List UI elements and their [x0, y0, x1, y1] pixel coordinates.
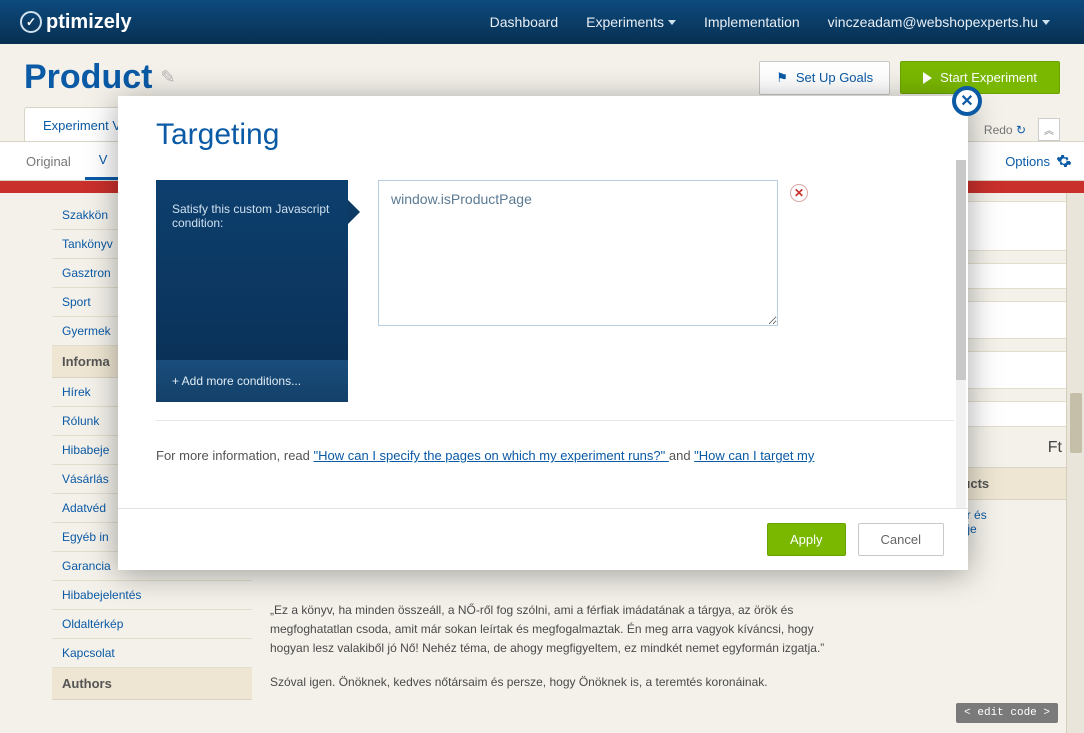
nav-experiments-label: Experiments [586, 14, 664, 30]
logo-text: ptimizely [46, 11, 132, 34]
tab-variation-1[interactable]: V [85, 142, 122, 180]
goals-label: Set Up Goals [796, 70, 873, 85]
close-icon: ✕ [960, 91, 973, 111]
page-title: Product [24, 58, 152, 97]
redo-icon: ↻ [1016, 123, 1026, 137]
preview-scrollbar[interactable] [1066, 193, 1084, 733]
sidebar-item[interactable]: Hibabejelentés [52, 581, 252, 610]
info-pre: For more information, read [156, 448, 314, 463]
edit-code-button[interactable]: < edit code > [956, 703, 1058, 723]
modal-title: Targeting [156, 118, 930, 152]
scroll-thumb[interactable] [956, 160, 966, 380]
info-text: For more information, read "How can I sp… [156, 447, 954, 465]
product-quote: „Ez a könyv, ha minden összeáll, a NŐ-rő… [270, 601, 846, 659]
info-mid: and [669, 448, 694, 463]
caret-down-icon [1042, 20, 1050, 25]
start-experiment-button[interactable]: Start Experiment [900, 61, 1060, 94]
flag-icon: ⚑ [776, 70, 788, 86]
add-condition-button[interactable]: + Add more conditions... [156, 360, 348, 402]
javascript-condition-input[interactable] [378, 180, 778, 326]
edit-title-icon[interactable]: ✎ [160, 67, 175, 88]
options-button[interactable]: Options [1005, 154, 1050, 169]
sidebar-item[interactable]: Oldaltérkép [52, 610, 252, 639]
targeting-modal: ✕ Targeting Satisfy this custom Javascri… [118, 96, 968, 570]
tab-original[interactable]: Original [12, 144, 85, 179]
scroll-thumb[interactable] [1070, 393, 1082, 453]
gear-icon[interactable] [1056, 153, 1072, 169]
nav-user-menu[interactable]: vinczeadam@webshopexperts.hu [814, 14, 1064, 30]
condition-card: Satisfy this custom Javascript condition… [156, 180, 348, 402]
nav-experiments[interactable]: Experiments [572, 14, 690, 30]
condition-label: Satisfy this custom Javascript condition… [172, 202, 329, 230]
play-icon [923, 72, 932, 84]
help-link-pages[interactable]: "How can I specify the pages on which my… [314, 448, 669, 463]
nav-user-label: vinczeadam@webshopexperts.hu [828, 14, 1038, 30]
collapse-button[interactable]: ︽ [1038, 118, 1060, 141]
apply-button[interactable]: Apply [767, 523, 846, 556]
redo-button[interactable]: Redo ↻ [984, 123, 1026, 137]
logo[interactable]: ✓ptimizely [20, 11, 132, 34]
top-nav: ✓ptimizely Dashboard Experiments Impleme… [0, 0, 1084, 44]
sidebar-item[interactable]: Kapcsolat [52, 639, 252, 668]
caret-down-icon [668, 20, 676, 25]
close-button[interactable]: ✕ [952, 86, 982, 116]
nav-implementation[interactable]: Implementation [690, 14, 814, 30]
cancel-button[interactable]: Cancel [858, 523, 944, 556]
modal-scrollbar[interactable] [954, 160, 966, 508]
help-link-target[interactable]: "How can I target my [694, 448, 814, 463]
redo-label: Redo [984, 123, 1013, 137]
close-icon: ✕ [794, 186, 804, 200]
remove-condition-button[interactable]: ✕ [790, 184, 808, 202]
set-up-goals-button[interactable]: ⚑ Set Up Goals [759, 61, 890, 95]
start-label: Start Experiment [940, 70, 1037, 85]
nav-dashboard[interactable]: Dashboard [476, 14, 573, 30]
logo-icon: ✓ [20, 11, 42, 33]
sidebar-header-authors: Authors [52, 668, 252, 700]
